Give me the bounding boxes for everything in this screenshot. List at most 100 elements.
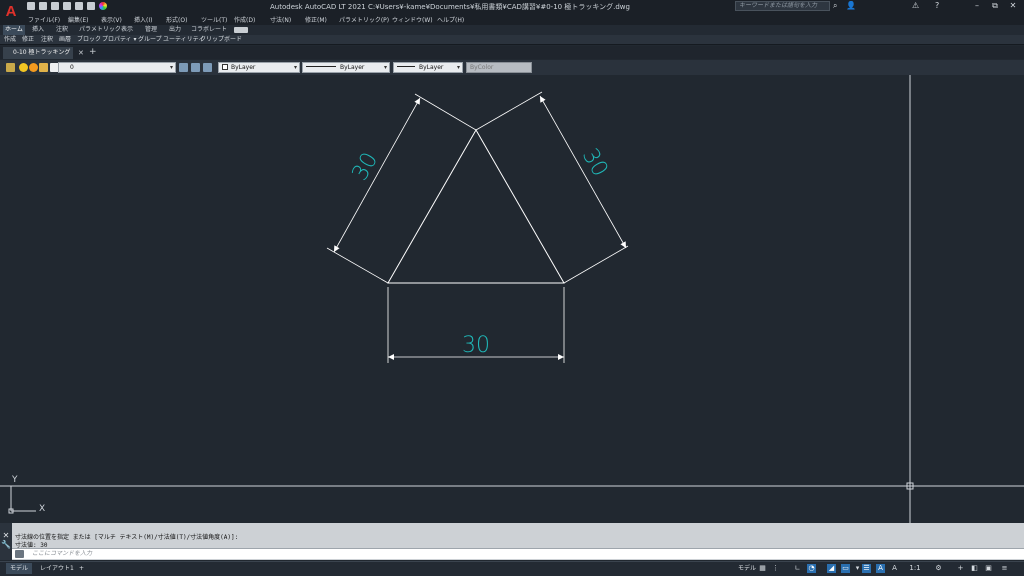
- drawing-canvas[interactable]: 30 30 30 Y X: [0, 75, 1024, 523]
- panel-draw[interactable]: 作成: [4, 35, 16, 45]
- search-icon[interactable]: ⌕: [833, 1, 837, 11]
- menu-edit[interactable]: 編集(E): [68, 15, 88, 24]
- triangle-shape[interactable]: [387, 128, 565, 284]
- menu-help[interactable]: ヘルプ(H): [437, 15, 464, 24]
- wrench-icon[interactable]: 🔧: [0, 540, 12, 549]
- extension-line: [414, 93, 477, 131]
- gear-icon[interactable]: ⚙: [934, 564, 943, 573]
- fullscreen-icon[interactable]: ▣: [984, 564, 993, 573]
- save-as-icon[interactable]: [63, 2, 71, 10]
- tab-collaborate[interactable]: コラボレート: [189, 25, 229, 35]
- close-button[interactable]: ✕: [1006, 0, 1020, 12]
- menu-tools[interactable]: ツール(T): [201, 15, 227, 24]
- lineweight-icon[interactable]: ☰: [862, 564, 871, 573]
- color-dropdown[interactable]: ByLayer ▾: [218, 62, 300, 73]
- tab-model[interactable]: モデル: [6, 563, 33, 574]
- menu-dimension[interactable]: 寸法(N): [270, 15, 291, 24]
- tab-annotate[interactable]: 注釈: [54, 25, 70, 35]
- autoscale-icon[interactable]: A: [890, 564, 899, 573]
- ribbon-toggle-button[interactable]: [234, 27, 248, 33]
- menu-modify[interactable]: 修正(M): [305, 15, 327, 24]
- annotation-scale-label[interactable]: 1:1: [908, 564, 922, 573]
- undo-icon[interactable]: [87, 2, 95, 10]
- user-icon[interactable]: 👤: [846, 1, 856, 10]
- command-input[interactable]: [32, 549, 932, 559]
- object-snap-icon[interactable]: ▾: [853, 564, 862, 573]
- save-icon[interactable]: [51, 2, 59, 10]
- file-tab-active[interactable]: 0-10 極トラッキング*: [3, 47, 73, 68]
- sun-icon[interactable]: [29, 63, 38, 72]
- new-file-icon[interactable]: [27, 2, 35, 10]
- isolate-icon[interactable]: ◧: [970, 564, 979, 573]
- snap-icon[interactable]: ⋮: [771, 564, 780, 573]
- panel-layers[interactable]: 画層: [59, 35, 71, 45]
- dimension-line-right[interactable]: [539, 95, 627, 249]
- plus-icon[interactable]: +: [956, 564, 965, 573]
- polar-tracking-icon[interactable]: ◔: [807, 564, 816, 573]
- print-icon[interactable]: [75, 2, 83, 10]
- layer-name: 0: [70, 64, 74, 71]
- add-layout-button[interactable]: +: [75, 563, 88, 574]
- isodraft-icon[interactable]: ◢: [827, 564, 836, 573]
- menu-view[interactable]: 表示(V): [101, 15, 122, 24]
- match-layer-icon[interactable]: [191, 63, 200, 72]
- search-input[interactable]: キーワードまたは語句を入力: [735, 1, 830, 11]
- ribbon-tab-bar: ホーム 挿入 注釈 パラメトリック 表示 管理 出力 コラボレート: [0, 25, 1024, 35]
- linetype-dropdown[interactable]: ByLayer ▾: [302, 62, 390, 73]
- linetype-preview: [306, 66, 336, 67]
- panel-utilities[interactable]: ユーティリティ: [163, 35, 204, 45]
- dimension-text-left[interactable]: 30: [348, 148, 384, 185]
- menu-insert[interactable]: 挿入(I): [134, 15, 152, 24]
- panel-modify[interactable]: 修正: [22, 35, 34, 45]
- menu-file[interactable]: ファイル(F): [28, 15, 60, 24]
- make-current-icon[interactable]: [179, 63, 188, 72]
- tab-layout1[interactable]: レイアウト1: [36, 563, 78, 574]
- command-prompt-icon[interactable]: [15, 550, 24, 558]
- tab-output[interactable]: 出力: [167, 25, 183, 35]
- panel-groups[interactable]: グループ: [138, 35, 162, 45]
- bulb-icon[interactable]: [19, 63, 28, 72]
- close-icon[interactable]: ✕: [0, 531, 12, 540]
- tab-manage[interactable]: 管理: [143, 25, 159, 35]
- lock-icon[interactable]: [39, 63, 48, 72]
- dimension-line-left[interactable]: [333, 97, 421, 253]
- tab-home[interactable]: ホーム: [3, 25, 25, 35]
- command-window-handle[interactable]: ✕ 🔧: [0, 523, 12, 560]
- menu-window[interactable]: ウィンドウ(W): [392, 15, 433, 24]
- panel-clipboard[interactable]: クリップボード: [200, 35, 242, 45]
- open-file-icon[interactable]: [39, 2, 47, 10]
- chevron-down-icon: ▾: [169, 64, 173, 71]
- dimension-text-right[interactable]: 30: [577, 144, 613, 181]
- customization-icon[interactable]: ≡: [1000, 564, 1009, 573]
- grid-icon[interactable]: ▦: [758, 564, 767, 573]
- minimize-button[interactable]: –: [970, 0, 984, 12]
- menu-format[interactable]: 形式(O): [166, 15, 187, 24]
- ortho-icon[interactable]: ∟: [793, 564, 802, 573]
- tab-view[interactable]: 表示: [119, 25, 135, 35]
- panel-annotation[interactable]: 注釈: [41, 35, 53, 45]
- chevron-down-icon: ▾: [293, 64, 297, 71]
- restore-button[interactable]: ⧉: [988, 0, 1002, 12]
- panel-block[interactable]: ブロック: [77, 35, 101, 45]
- help-icon[interactable]: ?: [935, 1, 939, 10]
- lineweight-dropdown[interactable]: ByLayer ▾: [393, 62, 463, 73]
- panel-properties[interactable]: プロパティ ▾: [102, 35, 137, 45]
- drawing-svg[interactable]: 30 30 30 Y X: [0, 75, 1024, 523]
- menu-parametric[interactable]: パラメトリック(P): [339, 15, 389, 24]
- model-space-label[interactable]: モデル: [734, 563, 760, 574]
- annotation-visibility-icon[interactable]: A: [876, 564, 885, 573]
- menu-draw[interactable]: 作成(D): [234, 15, 255, 24]
- close-tab-icon[interactable]: ✕: [78, 49, 84, 57]
- layer-previous-icon[interactable]: [203, 63, 212, 72]
- layer-dropdown[interactable]: 0 ▾: [58, 62, 176, 73]
- chevron-down-icon: ▾: [456, 64, 460, 71]
- share-icon[interactable]: ⚠: [912, 1, 919, 10]
- layer-properties-icon[interactable]: [6, 63, 15, 72]
- tab-parametric[interactable]: パラメトリック: [77, 25, 123, 35]
- tab-insert[interactable]: 挿入: [30, 25, 46, 35]
- color-wheel-icon[interactable]: [99, 2, 107, 10]
- object-snap-tracking-icon[interactable]: ▭: [841, 564, 850, 573]
- dimension-text-bottom[interactable]: 30: [462, 333, 490, 358]
- new-tab-button[interactable]: +: [89, 48, 97, 57]
- autocad-logo-icon[interactable]: A: [3, 2, 19, 24]
